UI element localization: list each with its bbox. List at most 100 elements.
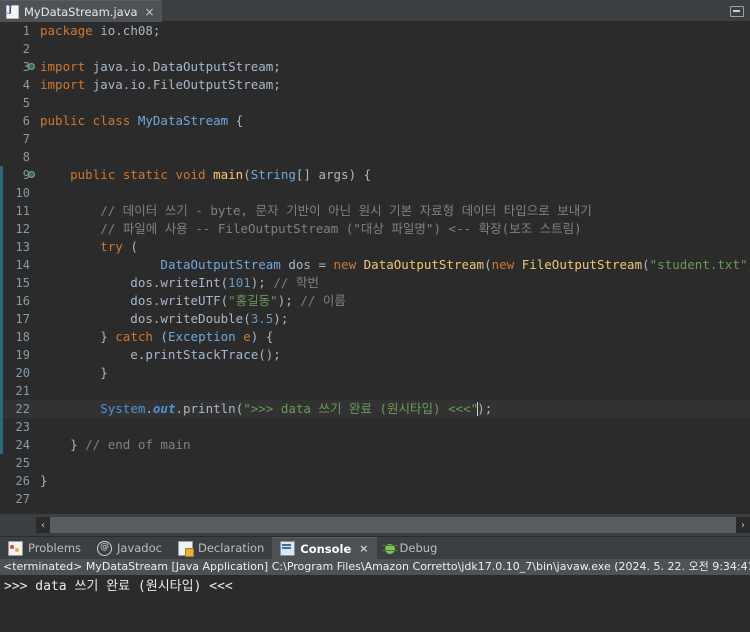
code-text: public static void main(String[] args) { <box>34 166 371 184</box>
code-line[interactable]: 14 DataOutputStream dos = new DataOutput… <box>0 256 750 274</box>
editor-tab-mydatastream[interactable]: MyDataStream.java × <box>0 0 162 22</box>
code-token: ( <box>243 167 251 182</box>
scroll-right-arrow-icon[interactable]: › <box>736 517 750 533</box>
code-line[interactable]: 11 // 데이터 쓰기 - byte, 문자 기반이 아닌 원시 기본 자료형… <box>0 202 750 220</box>
code-line[interactable]: 13 try ( <box>0 238 750 256</box>
collapse-marker-icon[interactable] <box>28 63 35 70</box>
bottom-tab-problems[interactable]: Problems <box>0 537 89 559</box>
method-range-indicator <box>0 346 3 364</box>
code-token: public static void <box>40 167 214 182</box>
code-line[interactable]: 8 <box>0 148 750 166</box>
method-range-indicator <box>0 166 3 184</box>
code-line[interactable]: 9 public static void main(String[] args)… <box>0 166 750 184</box>
line-number: 2 <box>0 40 34 58</box>
bottom-tab-label: Problems <box>28 541 82 555</box>
code-token: // 학번 <box>273 275 319 290</box>
code-token: 3.5 <box>250 311 274 326</box>
code-text: package io.ch08; <box>34 22 160 40</box>
console-output-panel[interactable]: >>> data 쓰기 완료 (원시타입) <<< <box>0 575 750 632</box>
close-icon[interactable]: × <box>145 6 155 18</box>
bottom-tab-declaration[interactable]: Declaration <box>170 537 272 559</box>
code-line[interactable]: 17 dos.writeDouble(3.5); <box>0 310 750 328</box>
code-line[interactable]: 7 <box>0 130 750 148</box>
code-text: // 파일에 사용 -- FileOutputStream ("대상 파일명")… <box>34 220 581 238</box>
code-line[interactable]: 26} <box>0 472 750 490</box>
bottom-tab-console[interactable]: Console × <box>272 537 377 559</box>
code-line[interactable]: 12 // 파일에 사용 -- FileOutputStream ("대상 파일… <box>0 220 750 238</box>
code-token: .println( <box>175 401 244 416</box>
line-number: 16 <box>0 292 34 310</box>
code-token: ); <box>277 293 301 308</box>
code-token: "student.txt" <box>649 257 748 272</box>
code-token: ) { <box>250 329 274 344</box>
code-line[interactable]: 1 package io.ch08; <box>0 22 750 40</box>
code-line[interactable]: 4 import java.io.FileOutputStream; <box>0 76 750 94</box>
scroll-left-arrow-icon[interactable]: ‹ <box>36 517 50 533</box>
method-range-indicator <box>0 274 3 292</box>
code-lines-container[interactable]: 1 package io.ch08; 2 3 import java.io.DataOu… <box>0 22 750 514</box>
code-line[interactable]: 23 <box>0 418 750 436</box>
code-editor[interactable]: 1 package io.ch08; 2 3 import java.io.DataOu… <box>0 22 750 536</box>
code-token: . <box>145 401 153 416</box>
method-range-indicator <box>0 436 3 454</box>
line-number: 11 <box>0 202 34 220</box>
code-text: } catch (Exception e) { <box>34 328 273 346</box>
line-number: 21 <box>0 382 34 400</box>
code-token: String <box>250 167 296 182</box>
minimize-icon[interactable] <box>730 6 744 17</box>
editor-horizontal-scrollbar[interactable]: ‹ › <box>0 514 750 536</box>
code-line[interactable]: 24 } // end of main <box>0 436 750 454</box>
code-line[interactable]: 10 <box>0 184 750 202</box>
code-line[interactable]: 25 <box>0 454 750 472</box>
code-token: } <box>40 329 116 344</box>
code-token: ( <box>484 257 492 272</box>
code-line[interactable]: 2 <box>0 40 750 58</box>
code-line[interactable]: 21 <box>0 382 750 400</box>
line-number: 26 <box>0 472 34 490</box>
line-number: 3 <box>0 58 35 76</box>
code-text: public class MyDataStream { <box>34 112 243 130</box>
code-token: FileOutputStream <box>521 257 643 272</box>
bottom-view: Problems @ Javadoc Declaration Console × Debug… <box>0 536 750 632</box>
code-token: } <box>40 365 108 380</box>
code-line[interactable]: 27 <box>0 490 750 508</box>
code-line[interactable]: 5 <box>0 94 750 112</box>
code-token: ); <box>250 275 274 290</box>
code-line[interactable]: 6 public class MyDataStream { <box>0 112 750 130</box>
code-line[interactable]: 22 System.out.println(">>> data 쓰기 완료 (원… <box>0 400 750 418</box>
code-token: dos.writeUTF( <box>40 293 229 308</box>
bottom-tab-debug[interactable]: Debug <box>377 537 446 559</box>
code-text: } // end of main <box>34 436 191 454</box>
line-number: 17 <box>0 310 34 328</box>
code-line[interactable]: 15 dos.writeInt(101); // 학번 <box>0 274 750 292</box>
collapse-marker-icon[interactable] <box>28 171 35 178</box>
code-token: // 데이터 쓰기 - byte, 문자 기반이 아닌 원시 기본 자료형 데이… <box>40 203 592 218</box>
code-text: } <box>34 472 48 490</box>
scrollbar-track[interactable] <box>50 517 736 533</box>
close-icon[interactable]: × <box>359 542 368 555</box>
code-token: // end of main <box>85 437 191 452</box>
code-line[interactable]: 3 import java.io.DataOutputStream; <box>0 58 750 76</box>
scrollbar-thumb[interactable] <box>50 517 736 533</box>
code-line[interactable]: 18 } catch (Exception e) { <box>0 328 750 346</box>
code-line[interactable]: 19 e.printStackTrace(); <box>0 346 750 364</box>
code-token: MyDataStream <box>137 113 229 128</box>
bottom-tab-label: Debug <box>399 541 438 555</box>
code-token: ); <box>477 401 493 416</box>
code-text: DataOutputStream dos = new DataOutputStr… <box>34 256 750 274</box>
code-token: ( <box>152 329 168 344</box>
problems-icon <box>8 540 23 556</box>
code-token: ); <box>273 311 289 326</box>
code-line[interactable]: 20 } <box>0 364 750 382</box>
code-token: // 이름 <box>300 293 346 308</box>
bottom-tab-label: Console <box>300 541 352 556</box>
line-number: 27 <box>0 490 34 508</box>
code-line[interactable]: 16 dos.writeUTF("홍길동"); // 이름 <box>0 292 750 310</box>
bottom-tab-javadoc[interactable]: @ Javadoc <box>89 537 170 559</box>
bottom-view-tabs[interactable]: Problems @ Javadoc Declaration Console × Debug <box>0 537 750 559</box>
